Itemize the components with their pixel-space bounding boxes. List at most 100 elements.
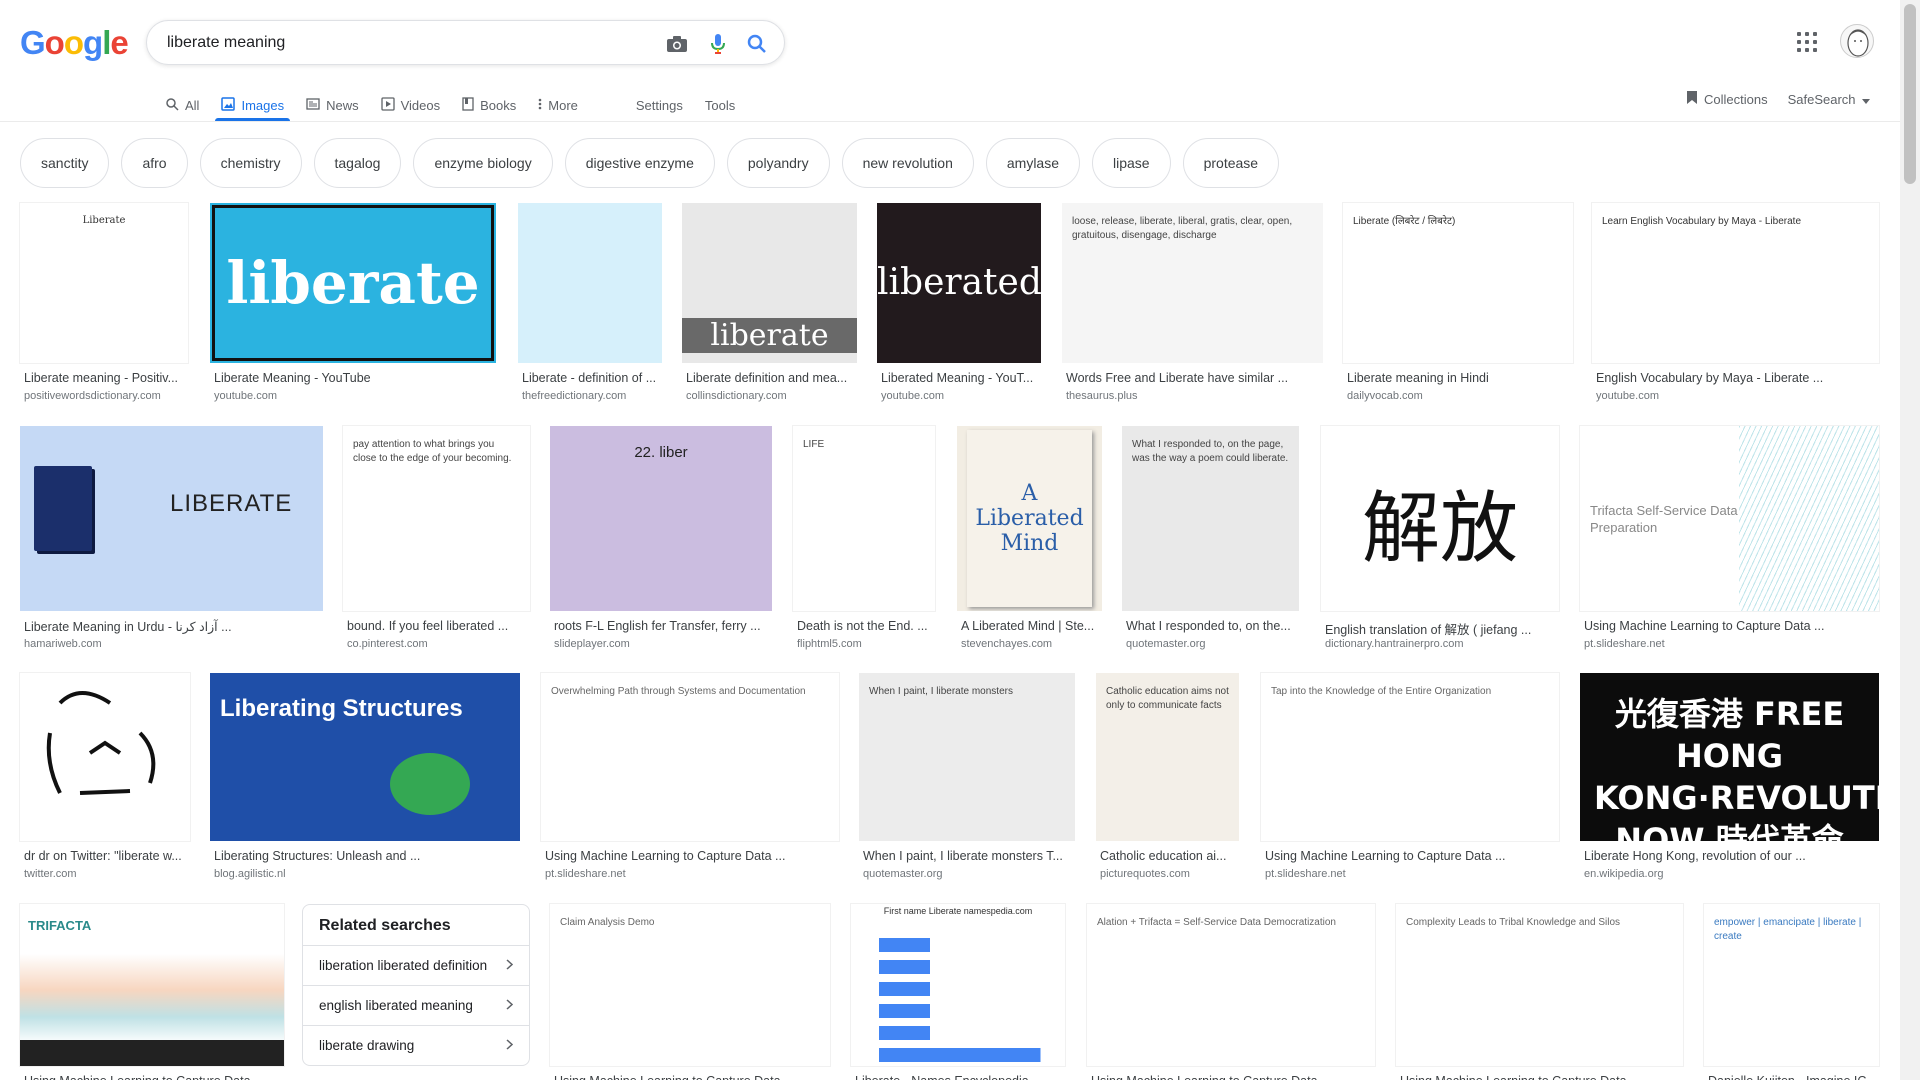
image-result[interactable]: Catholic education aims not only to comm… <box>1096 673 1239 881</box>
image-result[interactable]: dr dr on Twitter: "liberate w... twitter.… <box>19 672 191 881</box>
image-result[interactable]: Learn English Vocabulary by Maya - Liber… <box>1591 202 1880 403</box>
image-caption[interactable]: Using Machine Learning to Capture Data .… <box>1584 619 1877 633</box>
image-result[interactable]: A Liberated Mind A Liberated Mind | Ste..… <box>957 426 1102 651</box>
image-source[interactable]: quotemaster.org <box>1126 638 1297 650</box>
image-thumbnail[interactable]: LIBERATE <box>20 426 323 611</box>
image-result[interactable]: Overwhelming Path through Systems and Do… <box>540 672 840 881</box>
image-thumbnail[interactable] <box>518 203 662 363</box>
image-caption[interactable]: Using Machine Learning to Capture Data .… <box>1400 1074 1681 1080</box>
image-caption[interactable]: What I responded to, on the... <box>1126 619 1297 633</box>
image-caption[interactable]: English translation of 解放 ( jiefang ... <box>1325 619 1557 638</box>
image-source[interactable]: quotemaster.org <box>863 868 1073 880</box>
image-thumbnail[interactable] <box>19 672 191 842</box>
suggestion-chip[interactable]: amylase <box>985 138 1081 188</box>
image-thumbnail[interactable]: Alation + Trifacta = Self-Service Data D… <box>1086 903 1376 1067</box>
safesearch-dropdown[interactable]: SafeSearch <box>1788 92 1870 107</box>
suggestion-chip[interactable]: polyandry <box>726 138 830 188</box>
mic-icon[interactable] <box>706 32 730 56</box>
image-caption[interactable]: Danielle Kuijten - Imagine IC <box>1708 1074 1877 1080</box>
image-result[interactable]: Tap into the Knowledge of the Entire Org… <box>1260 672 1560 881</box>
image-source[interactable]: youtube.com <box>214 390 494 402</box>
related-search-item[interactable]: liberation liberated definition <box>303 945 529 985</box>
image-source[interactable]: fliphtml5.com <box>797 638 933 650</box>
suggestion-chip[interactable]: new revolution <box>841 138 974 188</box>
image-caption[interactable]: Using Machine Learning to Capture Data .… <box>1265 849 1557 863</box>
suggestion-chip[interactable]: lipase <box>1092 138 1171 188</box>
tab-all[interactable]: All <box>166 88 199 120</box>
google-logo[interactable]: Google <box>20 24 129 62</box>
suggestion-chip[interactable]: tagalog <box>313 138 402 188</box>
image-source[interactable]: en.wikipedia.org <box>1584 868 1877 880</box>
image-caption[interactable]: Liberating Structures: Unleash and ... <box>214 849 518 863</box>
suggestion-chip[interactable]: protease <box>1182 138 1280 188</box>
image-thumbnail[interactable]: A Liberated Mind <box>957 426 1102 611</box>
image-caption[interactable]: Liberate definition and mea... <box>686 371 855 385</box>
image-thumbnail[interactable]: 22. liber <box>550 426 772 611</box>
image-thumbnail[interactable]: liberate <box>682 203 857 363</box>
image-source[interactable]: pt.slideshare.net <box>1584 638 1877 650</box>
image-result[interactable]: liberate Liberate Meaning - YouTube youtub… <box>210 203 496 403</box>
image-source[interactable]: thefreedictionary.com <box>522 390 660 402</box>
image-result[interactable]: liberate Liberate definition and mea... co… <box>682 203 857 403</box>
image-source[interactable]: blog.agilistic.nl <box>214 868 518 880</box>
image-source[interactable]: youtube.com <box>1596 390 1877 402</box>
image-thumbnail[interactable]: Claim Analysis Demo <box>549 903 831 1067</box>
image-thumbnail[interactable]: TRIFACTA <box>19 903 285 1067</box>
settings-link[interactable]: Settings <box>636 88 683 120</box>
image-caption[interactable]: Words Free and Liberate have similar ... <box>1066 371 1321 385</box>
image-thumbnail[interactable]: 解放 <box>1320 425 1560 612</box>
image-result[interactable]: Trifacta Self-Service Data Preparation Us… <box>1579 425 1880 651</box>
suggestion-chip[interactable]: enzyme biology <box>413 138 553 188</box>
tab-books[interactable]: Books <box>462 88 516 120</box>
image-source[interactable]: slideplayer.com <box>554 638 770 650</box>
image-result[interactable]: Liberate (लिबरेट / लिबरेट) Liberate meani… <box>1342 202 1574 403</box>
image-thumbnail[interactable]: LIFE <box>792 425 936 612</box>
image-thumbnail[interactable]: loose, release, liberate, liberal, grati… <box>1062 203 1323 363</box>
image-caption[interactable]: Death is not the End. ... <box>797 619 933 633</box>
search-input[interactable] <box>167 32 587 54</box>
image-result[interactable]: Liberate - definition of ... thefreedicti… <box>518 203 662 403</box>
avatar[interactable] <box>1840 24 1874 58</box>
image-thumbnail[interactable]: liberated <box>877 203 1041 363</box>
image-caption[interactable]: Liberate Meaning in Urdu - آزاد کرنا ... <box>24 619 321 634</box>
image-caption[interactable]: Catholic education ai... <box>1100 849 1237 863</box>
tab-images[interactable]: Images <box>215 88 290 121</box>
image-source[interactable]: pt.slideshare.net <box>545 868 837 880</box>
image-thumbnail[interactable]: empower | emancipate | liberate | create <box>1703 903 1880 1067</box>
image-caption[interactable]: Liberate Meaning - YouTube <box>214 371 494 385</box>
image-result[interactable]: Complexity Leads to Tribal Knowledge and… <box>1395 903 1684 1080</box>
image-thumbnail[interactable]: 光復香港 FREE HONG KONG·REVOLUTION NOW 時代革命 <box>1580 673 1879 841</box>
image-thumbnail[interactable]: Liberate <box>19 202 189 364</box>
image-source[interactable]: co.pinterest.com <box>347 638 528 650</box>
image-source[interactable]: positivewordsdictionary.com <box>24 390 186 402</box>
image-caption[interactable]: Liberate meaning - Positiv... <box>24 371 186 385</box>
image-thumbnail[interactable]: Trifacta Self-Service Data Preparation <box>1579 425 1880 612</box>
suggestion-chip[interactable]: chemistry <box>199 138 302 188</box>
image-thumbnail[interactable]: Catholic education aims not only to comm… <box>1096 673 1239 841</box>
image-caption[interactable]: Liberate - Names Encyclopedia <box>855 1074 1063 1080</box>
image-result[interactable]: Alation + Trifacta = Self-Service Data D… <box>1086 903 1376 1080</box>
image-caption[interactable]: Liberate meaning in Hindi <box>1347 371 1571 385</box>
suggestion-chip[interactable]: digestive enzyme <box>564 138 715 188</box>
image-thumbnail[interactable]: pay attention to what brings you close t… <box>342 425 531 612</box>
image-caption[interactable]: Using Machine Learning to Capture Data .… <box>545 849 837 863</box>
image-result[interactable]: LIFE Death is not the End. ... fliphtml5.c… <box>792 425 936 651</box>
image-source[interactable]: stevenchayes.com <box>961 638 1100 650</box>
image-result[interactable]: TRIFACTA Using Machine Learning to Captur… <box>19 903 285 1080</box>
image-result[interactable]: empower | emancipate | liberate | create… <box>1703 903 1880 1080</box>
image-result[interactable]: LIBERATE Liberate Meaning in Urdu - آزاد … <box>20 426 323 651</box>
image-caption[interactable]: Liberated Meaning - YouT... <box>881 371 1039 385</box>
image-caption[interactable]: Liberate - definition of ... <box>522 371 660 385</box>
related-search-item[interactable]: english liberated meaning <box>303 985 529 1025</box>
image-thumbnail[interactable]: First name Liberate namespedia.com <box>850 903 1066 1067</box>
image-caption[interactable]: bound. If you feel liberated ... <box>347 619 528 633</box>
image-thumbnail[interactable]: Liberating Structures <box>210 673 520 841</box>
image-source[interactable]: picturequotes.com <box>1100 868 1237 880</box>
image-caption[interactable]: Using Machine Learning to Capture Data .… <box>554 1074 828 1080</box>
tools-link[interactable]: Tools <box>705 88 735 120</box>
camera-icon[interactable] <box>665 32 689 56</box>
image-caption[interactable]: dr dr on Twitter: "liberate w... <box>24 849 188 863</box>
image-source[interactable]: dictionary.hantrainerpro.com <box>1325 638 1557 650</box>
image-thumbnail[interactable]: What I responded to, on the page, was th… <box>1122 426 1299 611</box>
tab-news[interactable]: News <box>306 88 359 120</box>
